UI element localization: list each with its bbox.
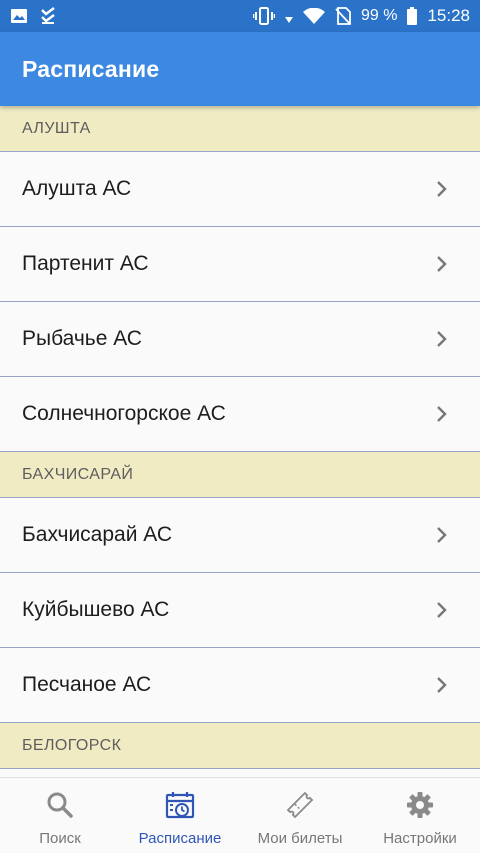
list-item-label: Солнечногорское АС [22, 402, 226, 425]
battery-percent: 99 % [360, 7, 398, 24]
list-item[interactable]: Бахчисарай АС [0, 498, 480, 573]
list-item-label: Рыбачье АС [22, 327, 142, 350]
chevron-right-icon [437, 406, 447, 422]
nav-tab-schedule[interactable]: Расписание [120, 778, 240, 853]
bottom-navigation: Поиск Расписание Мои билеты Настройки [0, 777, 480, 853]
section-header-bakhchisaray: БАХЧИСАРАЙ [0, 452, 480, 498]
list-item[interactable]: Рыбачье АС [0, 302, 480, 377]
list-item-label: Куйбышево АС [22, 598, 170, 621]
list-item-label: Алушта АС [22, 177, 132, 200]
page-title: Расписание [22, 55, 160, 82]
schedule-list[interactable]: АЛУШТА Алушта АС Партенит АС Рыбачье АС … [0, 106, 480, 777]
list-item-label: Песчаное АС [22, 673, 152, 696]
nav-tab-label: Поиск [39, 830, 81, 847]
image-icon [10, 8, 28, 24]
app-bar: Расписание [0, 32, 480, 106]
list-item[interactable]: Солнечногорское АС [0, 377, 480, 452]
nav-tab-settings[interactable]: Настройки [360, 778, 480, 853]
nav-tab-my-tickets[interactable]: Мои билеты [240, 778, 360, 853]
nav-tab-search[interactable]: Поиск [0, 778, 120, 853]
chevron-right-icon [437, 602, 447, 618]
nav-tab-label: Расписание [138, 830, 222, 847]
no-sim-icon [335, 7, 351, 25]
vibrate-icon [252, 7, 275, 25]
section-header-alushta: АЛУШТА [0, 106, 480, 152]
chevron-right-icon [437, 331, 447, 347]
battery-icon [407, 7, 418, 25]
status-bar: 99 % 15:28 [0, 0, 480, 32]
section-header-label: АЛУШТА [22, 119, 91, 137]
chevron-right-icon [437, 256, 447, 272]
nav-tab-label: Мои билеты [257, 830, 343, 847]
section-header-belogorsk: БЕЛОГОРСК [0, 723, 480, 769]
list-item[interactable]: Песчаное АС [0, 648, 480, 723]
checklist-icon [40, 7, 58, 25]
section-header-label: БАХЧИСАРАЙ [22, 465, 134, 483]
screen: 99 % 15:28 Расписание АЛУШТА Алушта АС П… [0, 0, 480, 853]
list-item-label: Бахчисарай АС [22, 523, 172, 546]
chevron-right-icon [437, 677, 447, 693]
list-item-label: Партенит АС [22, 252, 149, 275]
list-item[interactable]: Алушта АС [0, 152, 480, 227]
nav-tab-label: Настройки [383, 830, 457, 847]
list-item[interactable]: Партенит АС [0, 227, 480, 302]
clock: 15:28 [427, 6, 470, 25]
ticket-icon [286, 791, 314, 819]
chevron-right-icon [437, 181, 447, 197]
chevron-right-icon [437, 527, 447, 543]
list-item[interactable]: Куйбышево АС [0, 573, 480, 648]
schedule-calendar-icon [165, 792, 195, 819]
search-icon [47, 792, 73, 818]
wifi-icon [302, 8, 325, 24]
data-arrows-icon [284, 9, 293, 23]
section-header-label: БЕЛОГОРСК [22, 736, 122, 754]
gear-icon [407, 792, 433, 818]
